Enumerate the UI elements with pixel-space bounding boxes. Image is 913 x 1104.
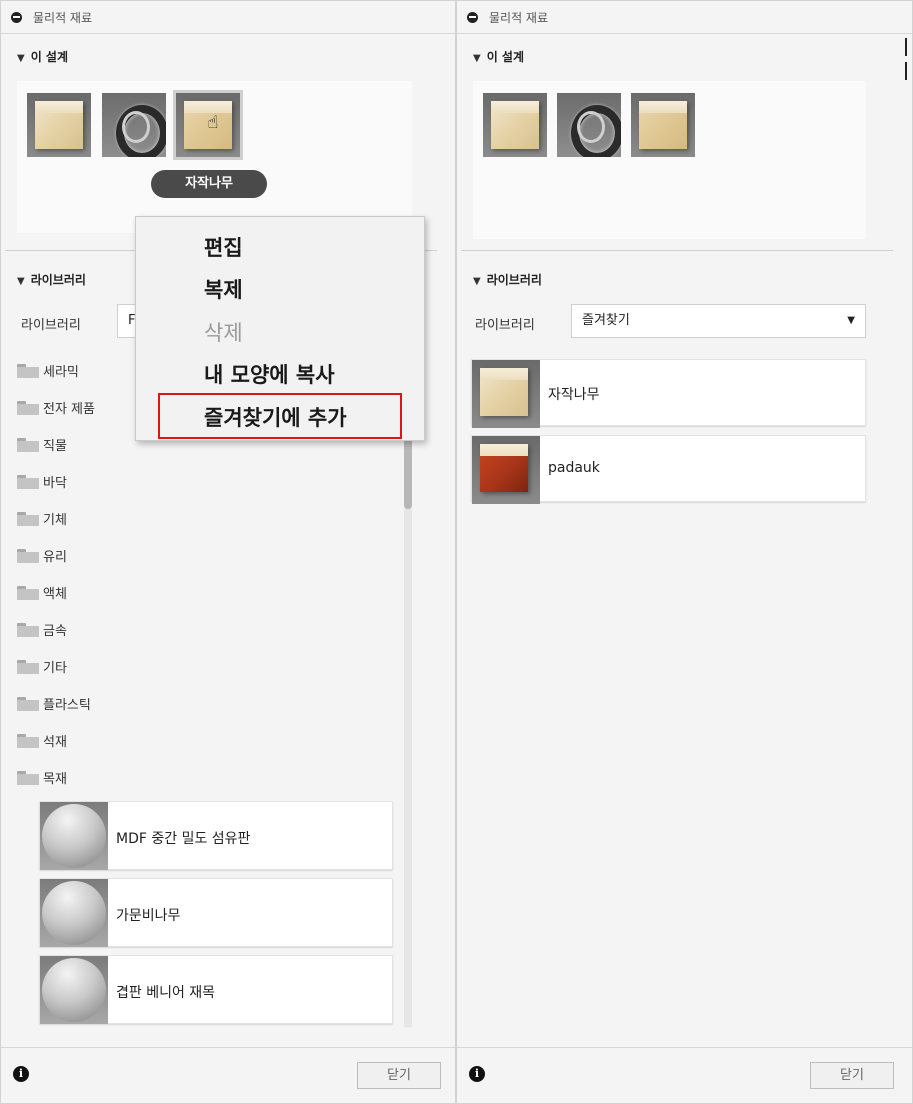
library-label: 라이브러리 [21, 318, 81, 333]
panel-titlebar: 물리적 재료 [457, 1, 912, 34]
info-icon[interactable]: i [13, 1066, 29, 1082]
folder-label: 플라스틱 [43, 698, 91, 713]
material-thumb-metal-ring[interactable] [557, 93, 621, 157]
folder-label: 직물 [43, 439, 67, 454]
material-swatch [40, 802, 108, 870]
collapse-icon[interactable] [11, 12, 22, 23]
folder-label: 석재 [43, 735, 67, 750]
material-swatch [40, 879, 108, 947]
section-title: 라이브러리 [30, 273, 86, 287]
library-select[interactable]: 즐겨찾기 ▼ [571, 304, 866, 338]
section-header-this-design[interactable]: ▼ 이 설계 [473, 48, 524, 65]
triangle-down-icon: ▼ [17, 276, 25, 287]
panel-titlebar: 물리적 재료 [1, 1, 455, 34]
section-header-library[interactable]: ▼ 라이브러리 [473, 271, 542, 288]
library-select-value: 즐겨찾기 [582, 313, 630, 328]
folder-label: 기타 [43, 661, 67, 676]
hand-cursor-icon: ☝ [207, 112, 219, 133]
list-item-favorite[interactable]: padauk [471, 435, 866, 504]
section-divider [461, 250, 893, 251]
list-item-material[interactable]: 겹판 베니어 재목 [39, 955, 393, 1024]
folder-icon [17, 623, 39, 637]
collapse-icon[interactable] [467, 12, 478, 23]
folder-label: 기체 [43, 513, 67, 528]
panel-footer: i 닫기 [1, 1047, 455, 1103]
close-button[interactable]: 닫기 [810, 1062, 894, 1089]
folder-label: 세라믹 [43, 365, 79, 380]
highlight-box [158, 393, 402, 439]
list-item-material[interactable]: MDF 중간 밀도 섬유판 [39, 801, 393, 870]
folder-icon [17, 586, 39, 600]
menu-item-copy-to-my-appearance[interactable]: 내 모양에 복사 [204, 359, 335, 389]
design-materials-area [17, 81, 412, 233]
folder-item[interactable]: 플라스틱 [17, 694, 91, 714]
folder-icon [17, 660, 39, 674]
panel-title: 물리적 재료 [489, 11, 549, 25]
triangle-down-icon: ▼ [473, 53, 481, 64]
triangle-down-icon: ▼ [473, 276, 481, 287]
folder-icon [17, 475, 39, 489]
folder-label: 금속 [43, 624, 67, 639]
right-materials-panel: 물리적 재료 ▼ 이 설계 ▼ 라이브러리 라이브러리 즐겨찾기 ▼ 자작나무 pa… [456, 0, 913, 1104]
section-title: 이 설계 [30, 50, 69, 64]
list-item-favorite[interactable]: 자작나무 [471, 359, 866, 428]
design-materials-area [473, 81, 866, 239]
chevron-down-icon: ▼ [847, 315, 855, 326]
triangle-down-icon: ▼ [17, 53, 25, 64]
folder-icon [17, 401, 39, 415]
left-materials-panel: 물리적 재료 ▼ 이 설계 ☝ 자작나무 ▼ 라이브러리 라이브러리 F 세라믹 전자… [0, 0, 456, 1104]
folder-icon [17, 697, 39, 711]
folder-item[interactable]: 기타 [17, 657, 67, 677]
folder-item[interactable]: 액체 [17, 583, 67, 603]
folder-icon [17, 512, 39, 526]
material-name: 자작나무 [548, 387, 600, 403]
folder-item[interactable]: 세라믹 [17, 361, 79, 381]
material-thumb-wood[interactable] [483, 93, 547, 157]
menu-item-delete: 삭제 [204, 321, 243, 345]
folder-label: 바닥 [43, 476, 67, 491]
folder-item[interactable]: 기체 [17, 509, 67, 529]
folder-item[interactable]: 전자 제품 [17, 398, 95, 418]
panel-title: 물리적 재료 [33, 11, 93, 25]
info-icon[interactable]: i [469, 1066, 485, 1082]
folder-item[interactable]: 바닥 [17, 472, 67, 492]
material-swatch [472, 360, 540, 428]
folder-item[interactable]: 금속 [17, 620, 67, 640]
material-name: MDF 중간 밀도 섬유판 [116, 831, 251, 847]
material-tooltip: 자작나무 [151, 170, 267, 198]
material-name: padauk [548, 460, 600, 476]
material-name: 가문비나무 [116, 908, 181, 924]
folder-icon [17, 771, 39, 785]
section-header-this-design[interactable]: ▼ 이 설계 [17, 48, 68, 65]
folder-item[interactable]: 목재 [17, 768, 67, 788]
folder-icon [17, 364, 39, 378]
material-swatch [40, 956, 108, 1024]
list-item-material[interactable]: 가문비나무 [39, 878, 393, 947]
section-header-library[interactable]: ▼ 라이브러리 [17, 271, 86, 288]
menu-item-edit[interactable]: 편집 [204, 232, 243, 262]
material-swatch [472, 436, 540, 504]
close-button[interactable]: 닫기 [357, 1062, 441, 1089]
folder-icon [17, 549, 39, 563]
section-title: 라이브러리 [486, 273, 542, 287]
context-menu: 편집 복제 삭제 내 모양에 복사 즐겨찾기에 추가 [135, 216, 425, 441]
material-thumb-wood[interactable] [27, 93, 91, 157]
folder-label: 액체 [43, 587, 67, 602]
folder-item[interactable]: 석재 [17, 731, 67, 751]
panel-footer: i 닫기 [457, 1047, 912, 1103]
library-label: 라이브러리 [475, 318, 535, 333]
folder-icon [17, 438, 39, 452]
material-thumb-metal-ring[interactable] [102, 93, 166, 157]
folder-icon [17, 734, 39, 748]
section-title: 이 설계 [486, 50, 525, 64]
folder-item[interactable]: 유리 [17, 546, 67, 566]
folder-label: 유리 [43, 550, 67, 565]
folder-label: 목재 [43, 772, 67, 787]
folder-label: 전자 제품 [43, 402, 95, 417]
menu-item-duplicate[interactable]: 복제 [204, 274, 243, 304]
material-name: 겹판 베니어 재목 [116, 985, 216, 1001]
window-edge-mark [905, 38, 911, 98]
material-thumb-birch[interactable] [631, 93, 695, 157]
folder-item[interactable]: 직물 [17, 435, 67, 455]
